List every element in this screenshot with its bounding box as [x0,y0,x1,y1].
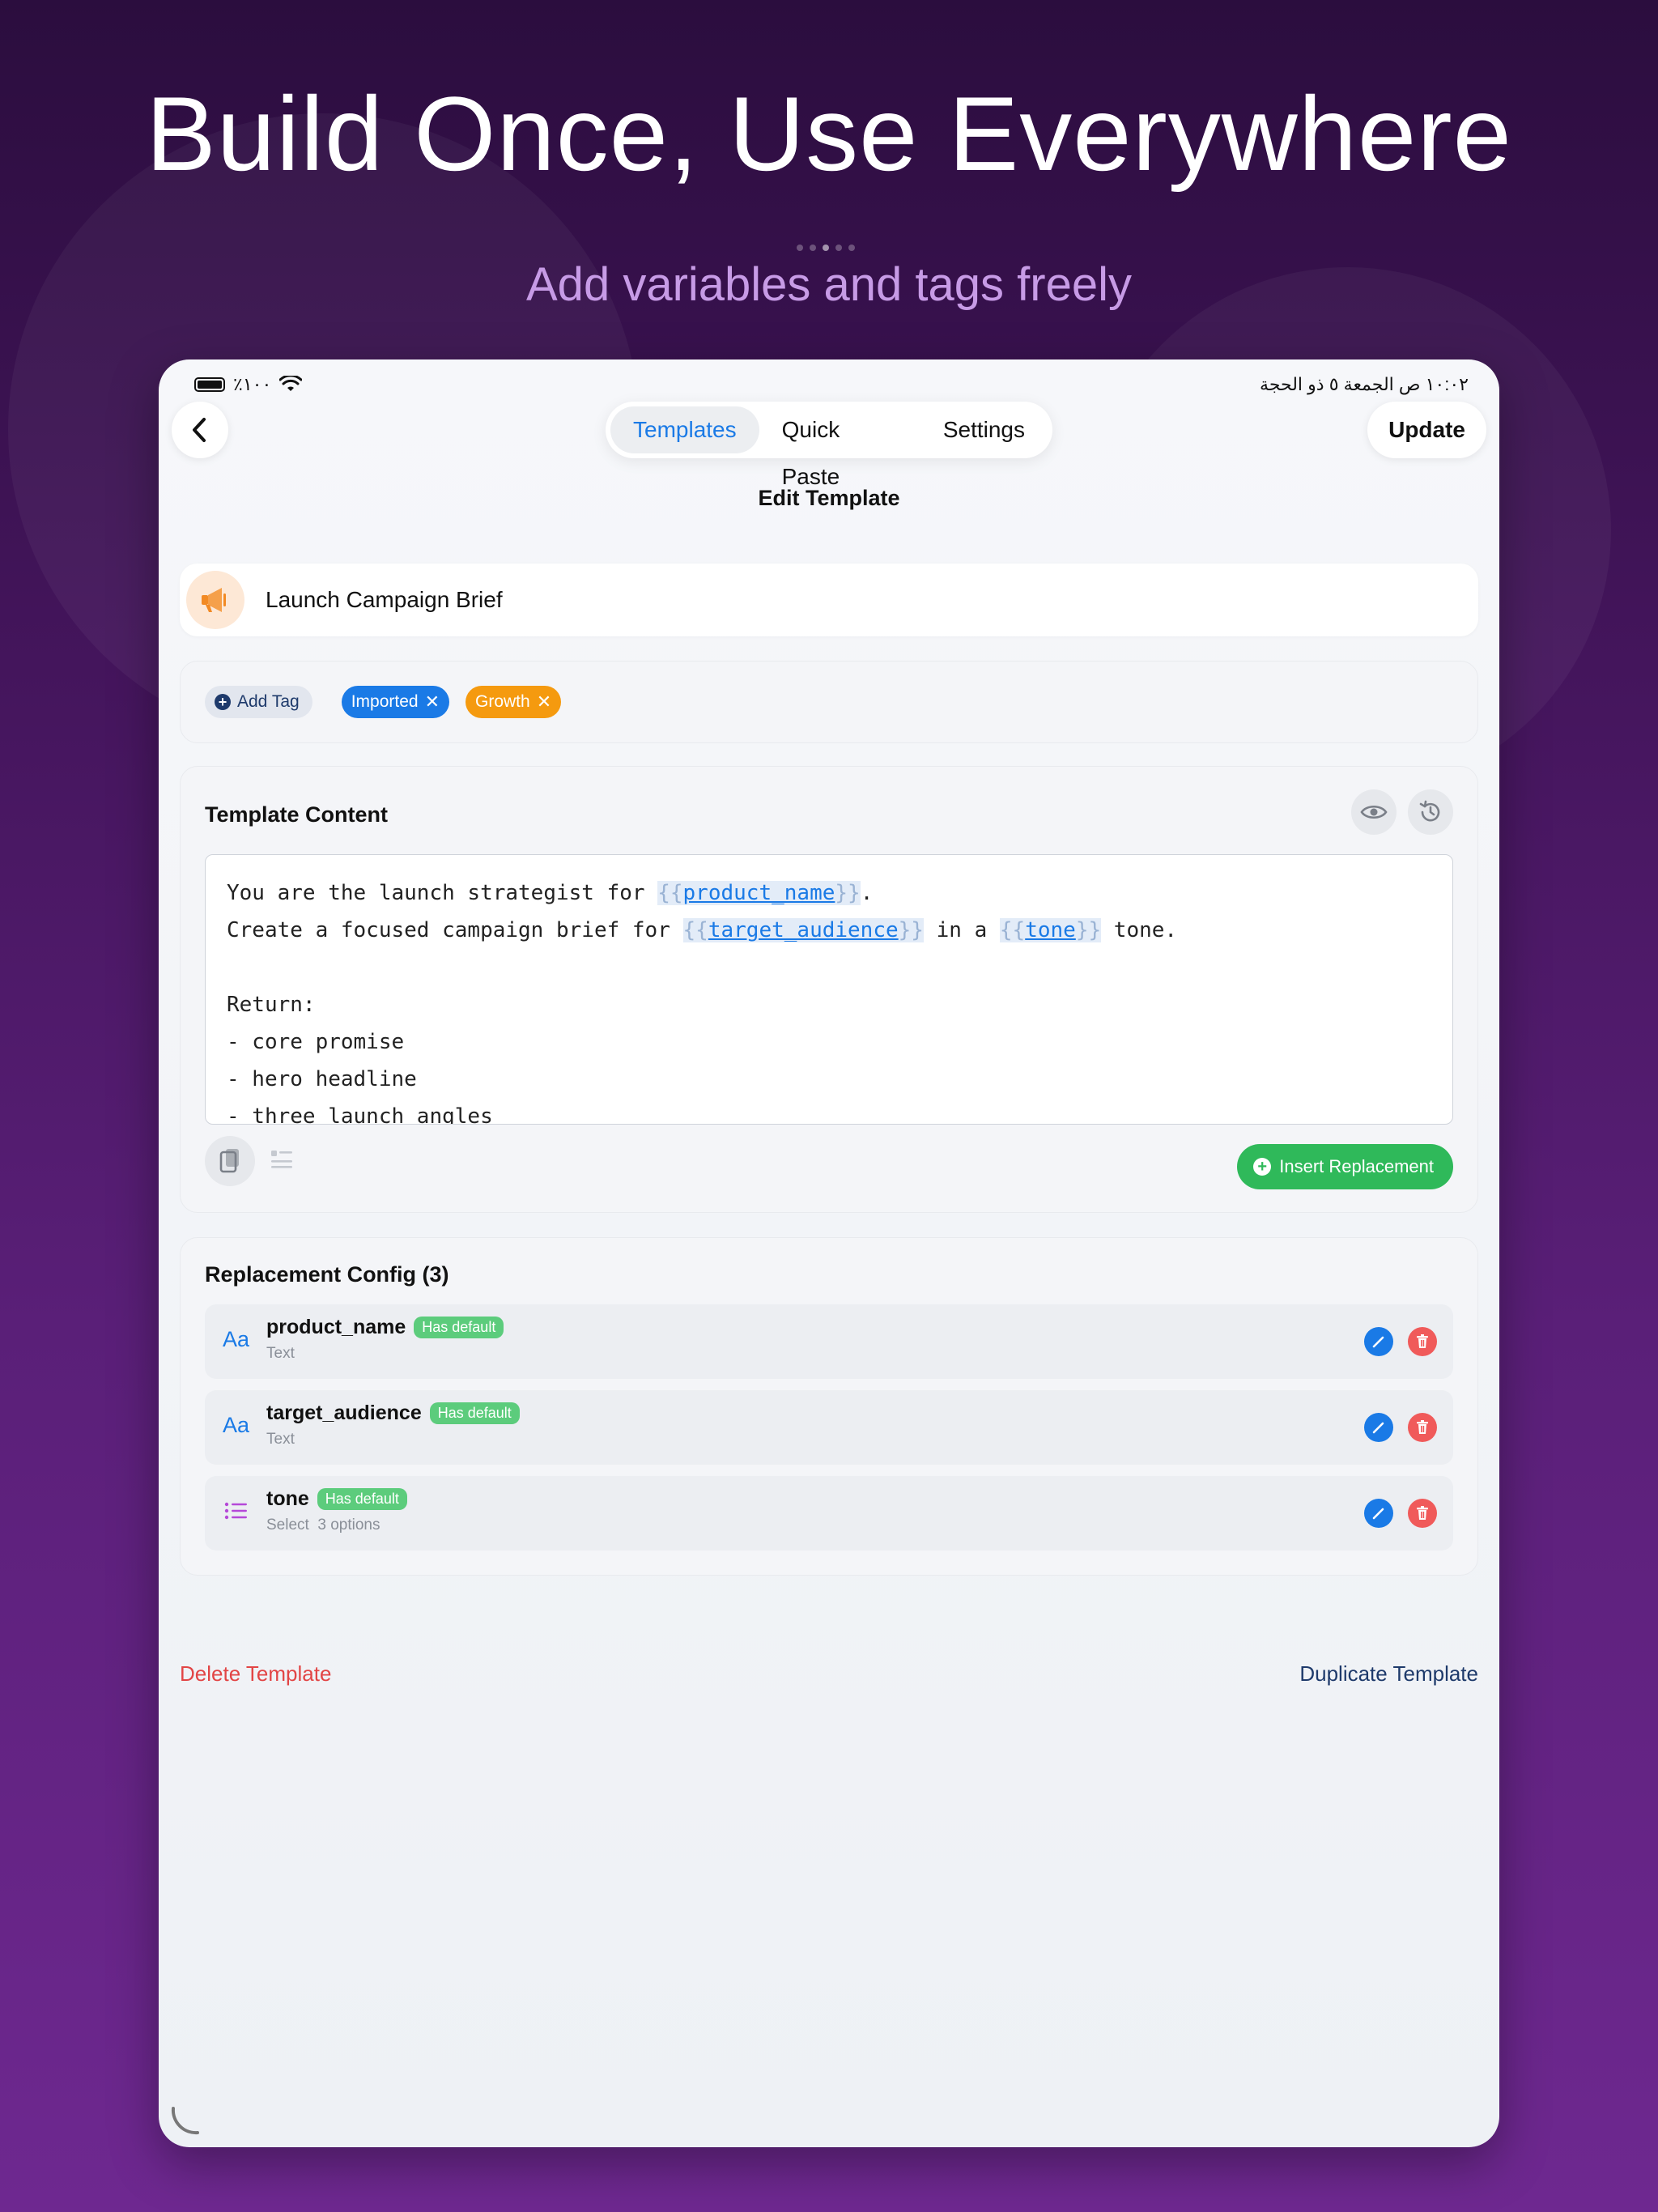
variable-token: {{product_name}} [657,881,861,905]
status-bar: ٪١٠٠ ١٠:٠٢ ص الجمعة ٥ ذو الحجة [159,371,1499,400]
text-type-icon: Aa [223,1413,250,1437]
device-screen: ٪١٠٠ ١٠:٠٢ ص الجمعة ٥ ذو الحجة Templates… [159,359,1499,2147]
tab-templates[interactable]: Templates [610,406,759,453]
list-type-icon [223,1499,250,1526]
page-dot-active [823,245,829,251]
screen-title: Edit Template [758,486,900,510]
template-name-field[interactable]: Launch Campaign Brief [180,564,1478,636]
replacement-row-target-audience[interactable]: Aa target_audience Has default Text [205,1390,1453,1465]
hero-subtitle: Add variables and tags freely [526,258,1132,311]
update-button[interactable]: Update [1367,402,1486,458]
megaphone-icon[interactable] [186,571,244,629]
wifi-icon [279,376,303,391]
duplicate-template-button[interactable]: Duplicate Template [1299,1661,1478,1687]
variable-token: {{tone}} [999,918,1102,942]
template-name-text: Launch Campaign Brief [266,587,503,612]
has-default-badge: Has default [414,1317,504,1338]
trash-icon [1417,1420,1428,1434]
insert-replacement-button[interactable]: + Insert Replacement [1237,1144,1453,1189]
editor-line: Create a focused campaign brief for {{ta… [227,918,1178,942]
plus-circle-icon: + [215,694,231,710]
edit-button[interactable] [1364,1499,1393,1528]
tag-label: Growth [475,692,530,711]
add-tag-label: Add Tag [237,692,300,711]
chevron-left-icon [193,418,206,442]
variable-token: {{target_audience}} [682,918,924,942]
delete-button[interactable] [1408,1327,1437,1356]
tags-section: + Add Tag Imported ✕ Growth ✕ [180,661,1478,743]
pencil-icon [1372,1336,1384,1348]
delete-template-button[interactable]: Delete Template [180,1661,331,1687]
page-dot [848,245,855,251]
status-datetime: ١٠:٠٢ ص الجمعة ٥ ذو الحجة [1260,374,1469,394]
remove-tag-icon[interactable]: ✕ [425,691,440,713]
replacement-config-section: Replacement Config (3) Aa product_name H… [180,1237,1478,1576]
plus-circle-icon: + [1253,1158,1272,1176]
tab-quick-paste[interactable]: Quick Paste [759,406,920,489]
editor-line: - core promise [227,1030,405,1054]
battery-icon [194,377,225,392]
replacement-name: target_audience Has default [266,1402,520,1425]
add-tag-button[interactable]: + Add Tag [205,686,312,718]
history-icon [1419,800,1440,822]
text-type-icon: Aa [223,1327,250,1351]
option-count: 3 options [317,1516,380,1534]
edit-button[interactable] [1364,1413,1393,1442]
replacement-row-tone[interactable]: tone Has default Select 3 options [205,1476,1453,1551]
tab-settings[interactable]: Settings [920,406,1048,453]
delete-button[interactable] [1408,1413,1437,1442]
history-button[interactable] [1408,789,1453,835]
page-indicator [797,245,855,251]
battery-level: ٪١٠٠ [233,374,272,394]
trash-icon [1417,1334,1428,1348]
replacement-type: Select 3 options [266,1516,380,1534]
tag-chip-imported[interactable]: Imported ✕ [341,686,449,718]
template-content-section: Template Content You are the launch stra… [180,766,1478,1213]
trash-icon [1417,1506,1428,1520]
status-left: ٪١٠٠ [194,374,303,395]
replacement-row-product-name[interactable]: Aa product_name Has default Text [205,1304,1453,1379]
page-dot [797,245,803,251]
edit-button[interactable] [1364,1327,1393,1356]
replacement-type: Text [266,1345,295,1362]
editor-line: Return: [227,993,316,1017]
format-list-icon[interactable] [270,1147,294,1176]
insert-replacement-label: Insert Replacement [1279,1156,1434,1176]
main-tab-bar: Templates Quick Paste Settings [606,402,1052,489]
replacement-name: product_name Has default [266,1316,504,1339]
editor-line: - three launch angles [227,1104,493,1125]
editor-line: You are the launch strategist for {{prod… [227,881,874,905]
replacement-type: Text [266,1431,295,1448]
eye-icon [1360,805,1388,819]
replacement-config-title: Replacement Config (3) [205,1262,449,1287]
page-dot [810,245,816,251]
pencil-icon [1372,1422,1384,1434]
template-content-title: Template Content [205,802,389,827]
loading-spinner-icon [171,2107,199,2135]
remove-tag-icon[interactable]: ✕ [537,691,551,713]
hero-title: Build Once, Use Everywhere [146,74,1512,193]
tag-label: Imported [351,692,419,711]
tag-chip-growth[interactable]: Growth ✕ [466,686,562,718]
replacement-name: tone Has default [266,1487,407,1511]
paste-button[interactable] [205,1136,255,1186]
editor-line-empty [227,949,1431,986]
pencil-icon [1372,1508,1384,1520]
template-content-editor[interactable]: You are the launch strategist for {{prod… [205,854,1453,1125]
editor-line: - hero headline [227,1067,417,1091]
has-default-badge: Has default [429,1402,520,1424]
page-dot [835,245,842,251]
delete-button[interactable] [1408,1499,1437,1528]
back-button[interactable] [172,402,228,458]
preview-button[interactable] [1351,789,1397,835]
clipboard-icon [219,1149,239,1173]
has-default-badge: Has default [317,1488,407,1510]
